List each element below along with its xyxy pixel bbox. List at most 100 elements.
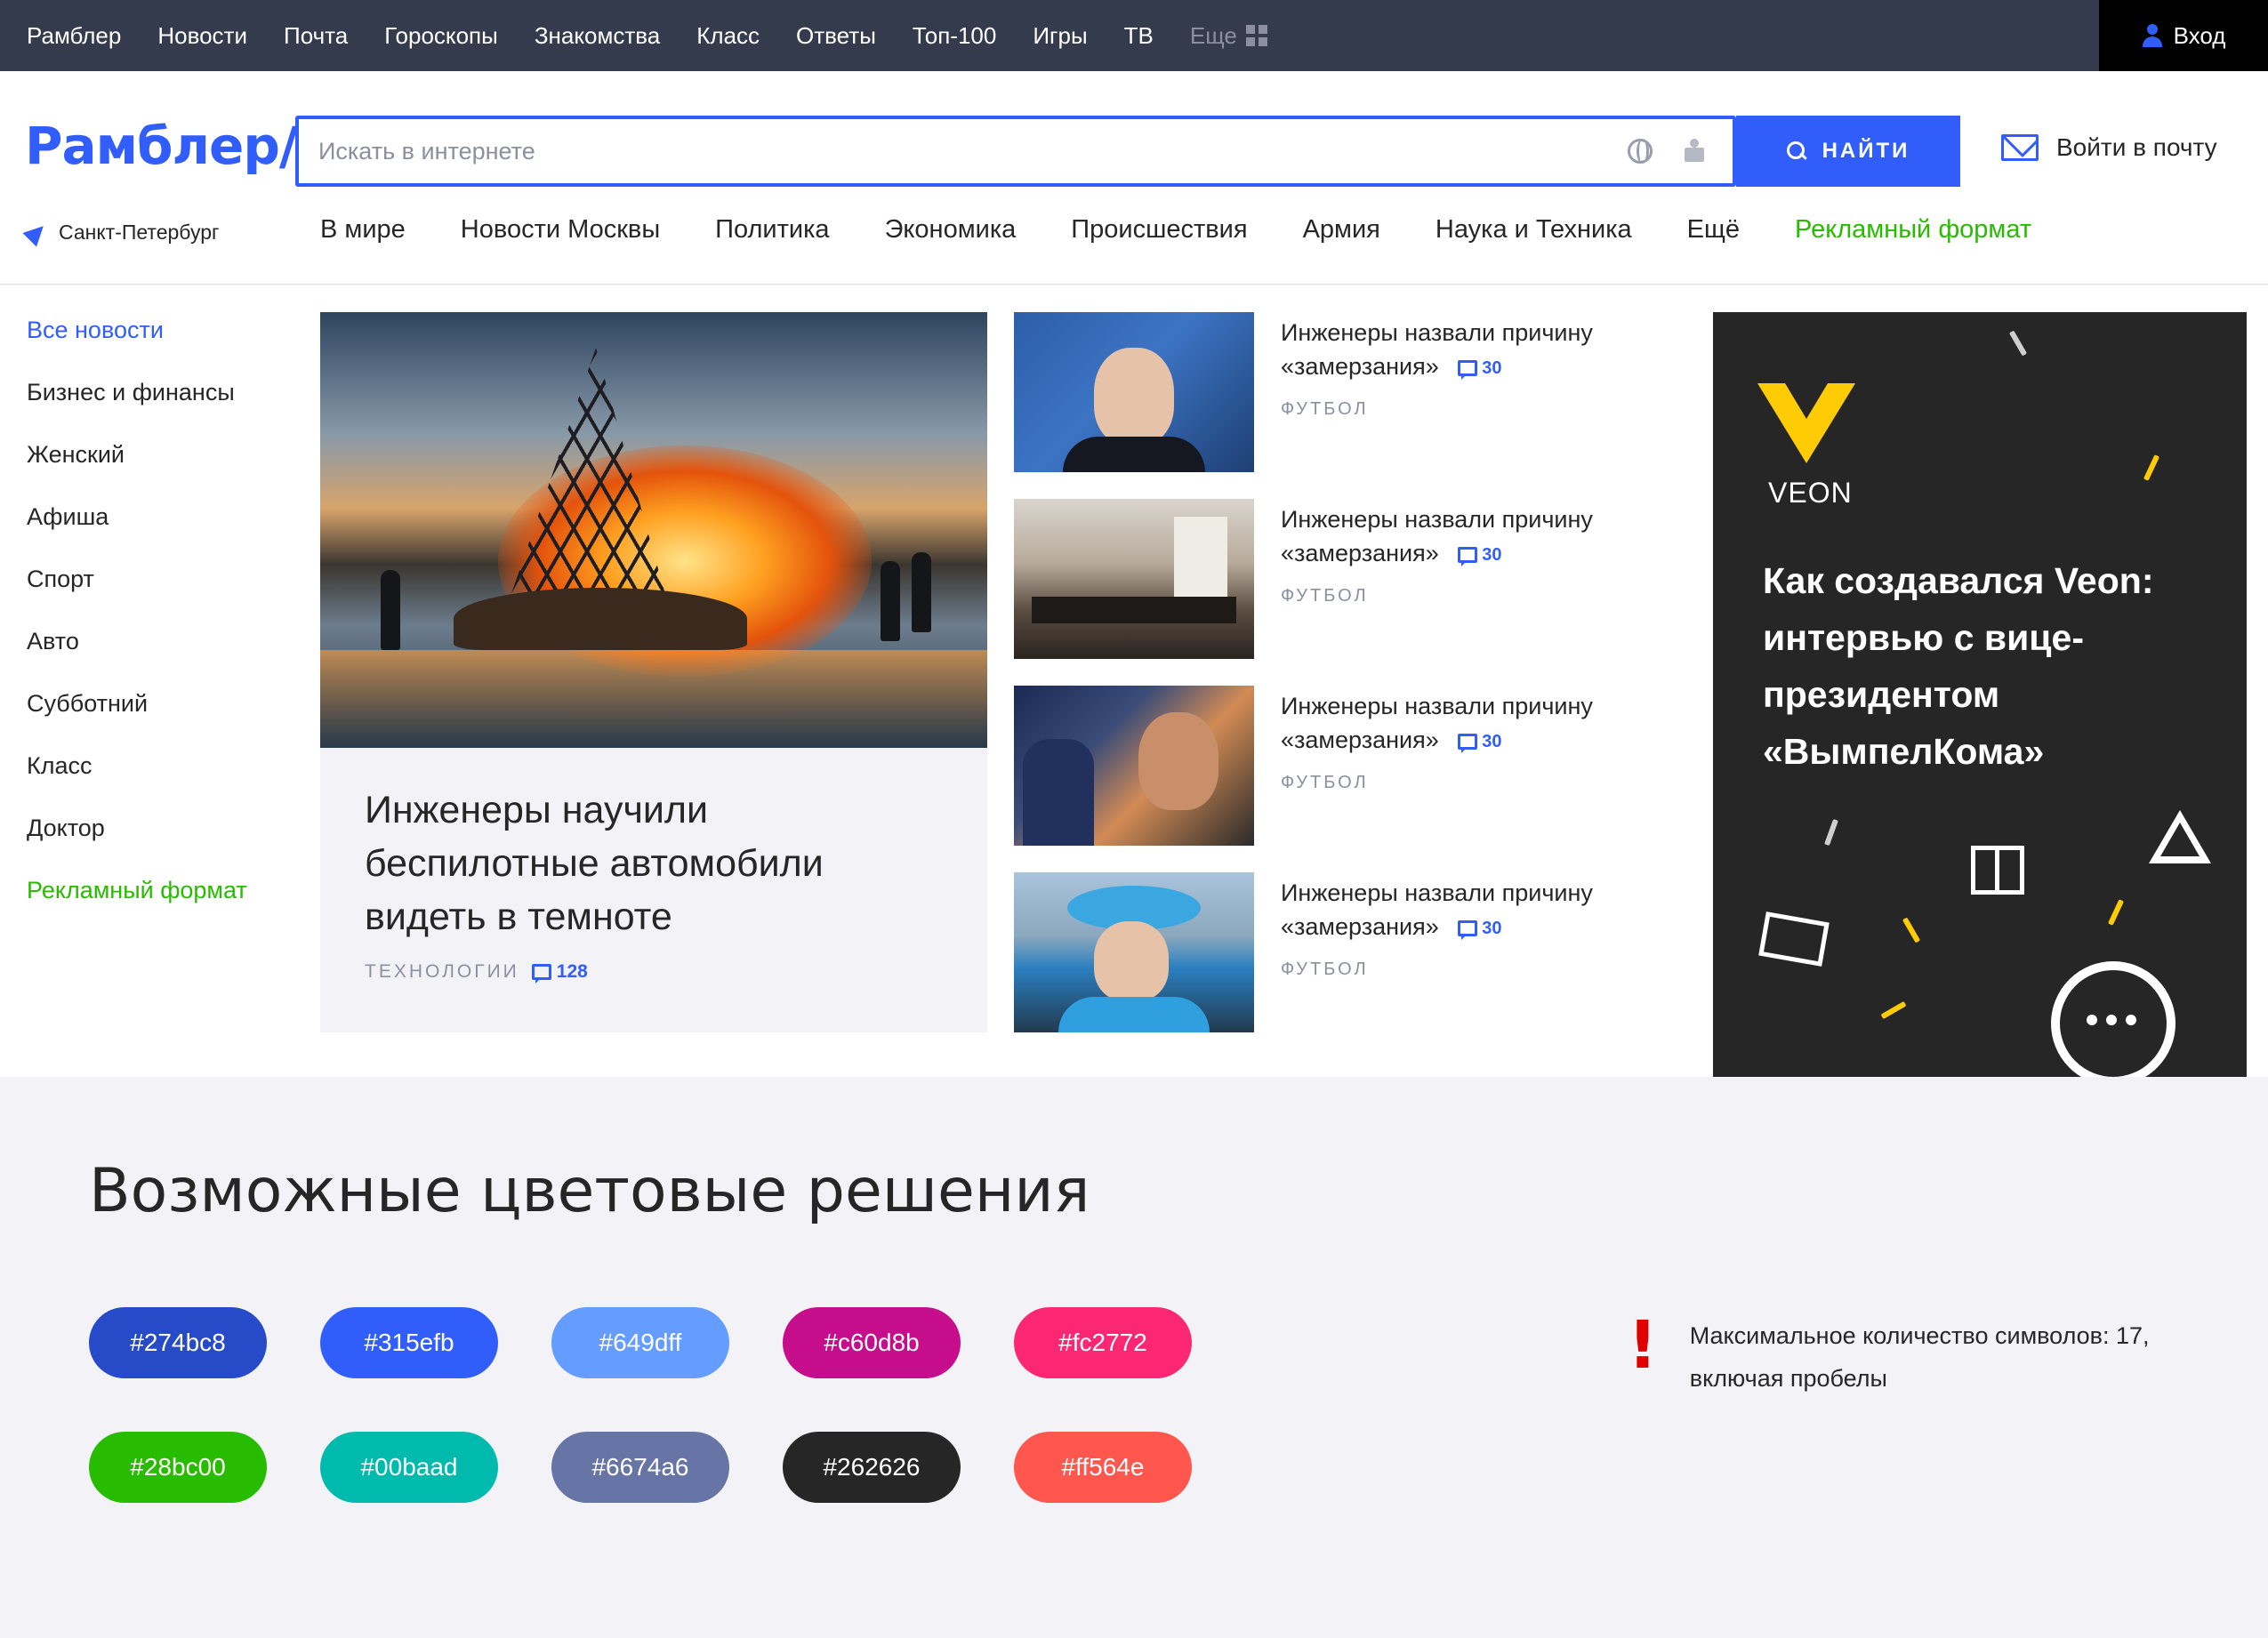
list-item[interactable]: Инженеры назвали причину «замерзания» 30…	[1014, 312, 1672, 499]
sidebar-item-promo[interactable]: Рекламный формат	[27, 872, 247, 935]
news-title-text: Инженеры назвали причину «замерзания»	[1281, 879, 1593, 940]
news-list: Инженеры назвали причину «замерзания» 30…	[1014, 312, 1672, 1059]
globe-icon[interactable]	[1628, 139, 1653, 164]
comment-icon	[1458, 919, 1478, 940]
sidebar-item-sport[interactable]: Спорт	[27, 561, 247, 623]
news-tag[interactable]: ФУТБОЛ	[1281, 773, 1369, 793]
search-input[interactable]	[318, 119, 1430, 183]
service-link-mail[interactable]: Почта	[284, 22, 348, 50]
mail-login-link[interactable]: Войти в почту	[2001, 133, 2217, 162]
main-story-comment-count: 128	[556, 961, 588, 982]
nav-incidents[interactable]: Происшествия	[1071, 215, 1247, 245]
sidebar-item-business[interactable]: Бизнес и финансы	[27, 374, 247, 437]
list-item[interactable]: Инженеры назвали причину «замерзания» 30…	[1014, 686, 1672, 872]
news-title-text: Инженеры назвали причину «замерзания»	[1281, 506, 1593, 566]
list-item[interactable]: Инженеры назвали причину «замерзания» 30…	[1014, 872, 1672, 1059]
location-arrow-icon	[22, 218, 51, 247]
main-story-image	[320, 312, 987, 748]
color-swatch: #649dff	[551, 1307, 729, 1378]
veon-logo-icon	[1757, 383, 1855, 463]
sidebar-item-doctor[interactable]: Доктор	[27, 810, 247, 872]
sidebar-item-women[interactable]: Женский	[27, 437, 247, 499]
news-tag[interactable]: ФУТБОЛ	[1281, 399, 1369, 420]
sidebar: Все новости Бизнес и финансы Женский Афи…	[27, 312, 247, 935]
service-link-tv[interactable]: ТВ	[1124, 22, 1154, 50]
color-swatch: #c60d8b	[783, 1307, 961, 1378]
news-tag[interactable]: ФУТБОЛ	[1281, 960, 1369, 980]
city-selector[interactable]: Санкт-Петербург	[22, 218, 220, 247]
news-comments[interactable]: 30	[1458, 538, 1502, 572]
sidebar-item-auto[interactable]: Авто	[27, 623, 247, 686]
news-title-text: Инженеры назвали причину «замерзания»	[1281, 319, 1593, 380]
news-comments[interactable]: 30	[1458, 725, 1502, 759]
main-story-tag[interactable]: ТЕХНОЛОГИИ	[365, 961, 519, 983]
color-swatch: #28bc00	[89, 1432, 267, 1503]
color-swatch: #6674a6	[551, 1432, 729, 1503]
news-title[interactable]: Инженеры назвали причину «замерзания» 30	[1281, 502, 1654, 572]
sidebar-item-saturday[interactable]: Субботний	[27, 686, 247, 748]
main-story-title[interactable]: Инженеры научили беспилотные автомобили …	[365, 783, 916, 943]
news-comments[interactable]: 30	[1458, 351, 1502, 385]
header: Рамблер/ НАЙТИ Войти в почту Санкт-Петер…	[0, 71, 2268, 285]
news-comment-count: 30	[1482, 544, 1502, 565]
virtual-keyboard-icon[interactable]	[1683, 139, 1706, 164]
news-tag[interactable]: ФУТБОЛ	[1281, 586, 1369, 606]
nav-economy[interactable]: Экономика	[885, 215, 1017, 245]
city-label: Санкт-Петербург	[59, 221, 220, 244]
news-comments[interactable]: 30	[1458, 911, 1502, 945]
service-link-horoscopes[interactable]: Гороскопы	[384, 22, 498, 50]
triangle-icon	[2149, 810, 2211, 863]
colors-title: Возможные цветовые решения	[89, 1156, 1090, 1226]
login-button[interactable]: Вход	[2099, 0, 2268, 71]
news-comment-count: 30	[1482, 731, 1502, 751]
service-link-answers[interactable]: Ответы	[796, 22, 876, 50]
user-icon	[2142, 24, 2163, 47]
search-button[interactable]: НАЙТИ	[1736, 116, 1960, 187]
color-swatch: #262626	[783, 1432, 961, 1503]
grid-icon	[1245, 25, 1267, 46]
mail-login-label: Войти в почту	[2056, 133, 2217, 161]
rambler-logo[interactable]: Рамблер/	[25, 116, 298, 176]
nav-more[interactable]: Ещё	[1687, 215, 1740, 245]
nav-army[interactable]: Армия	[1303, 215, 1380, 245]
service-link-dating[interactable]: Знакомства	[535, 22, 660, 50]
news-thumbnail	[1014, 499, 1254, 659]
nav-science[interactable]: Наука и Техника	[1436, 215, 1632, 245]
service-link-class[interactable]: Класс	[696, 22, 760, 50]
color-swatch: #ff564e	[1014, 1432, 1192, 1503]
news-title[interactable]: Инженеры назвали причину «замерзания» 30	[1281, 689, 1654, 759]
service-link-rambler[interactable]: Рамблер	[27, 22, 121, 50]
comment-icon	[1458, 733, 1478, 753]
service-link-news[interactable]: Новости	[157, 22, 247, 50]
envelope-outline-icon	[1758, 911, 1830, 967]
nav-world[interactable]: В мире	[320, 215, 406, 245]
nav-promo[interactable]: Рекламный формат	[1795, 215, 2031, 245]
list-item[interactable]: Инженеры назвали причину «замерзания» 30…	[1014, 499, 1672, 686]
sidebar-item-class[interactable]: Класс	[27, 748, 247, 810]
news-comment-count: 30	[1482, 918, 1502, 938]
news-title[interactable]: Инженеры назвали причину «замерзания» 30	[1281, 876, 1654, 945]
more-services-label: Еще	[1189, 21, 1237, 49]
envelope-icon	[2001, 134, 2039, 161]
comment-icon	[531, 964, 551, 984]
news-title[interactable]: Инженеры назвали причину «замерзания» 30	[1281, 316, 1654, 385]
rubric-nav: В мире Новости Москвы Политика Экономика…	[320, 215, 2031, 245]
main-story-comments[interactable]: 128	[531, 961, 588, 984]
news-section: Все новости Бизнес и финансы Женский Афи…	[0, 285, 2268, 1077]
color-swatch: #315efb	[320, 1307, 498, 1378]
news-thumbnail	[1014, 312, 1254, 472]
service-link-games[interactable]: Игры	[1033, 22, 1087, 50]
color-swatch: #fc2772	[1014, 1307, 1192, 1378]
nav-moscow-news[interactable]: Новости Москвы	[461, 215, 660, 245]
top-bar: Рамблер Новости Почта Гороскопы Знакомст…	[0, 0, 2268, 71]
main-story-card[interactable]: Инженеры научили беспилотные автомобили …	[320, 312, 987, 1032]
news-comment-count: 30	[1482, 357, 1502, 378]
sidebar-item-all-news[interactable]: Все новости	[27, 312, 247, 374]
more-services-button[interactable]: Еще	[1190, 22, 1267, 50]
nav-politics[interactable]: Политика	[715, 215, 829, 245]
note-text: Максимальное количество символов: 17, вк…	[1689, 1322, 2150, 1392]
service-link-top100[interactable]: Топ-100	[913, 22, 996, 50]
ad-banner[interactable]: VEON Как создавался Veon: интервью с виц…	[1713, 312, 2247, 1077]
sidebar-item-afisha[interactable]: Афиша	[27, 499, 247, 561]
main-story-meta: ТЕХНОЛОГИИ 128	[365, 961, 588, 984]
